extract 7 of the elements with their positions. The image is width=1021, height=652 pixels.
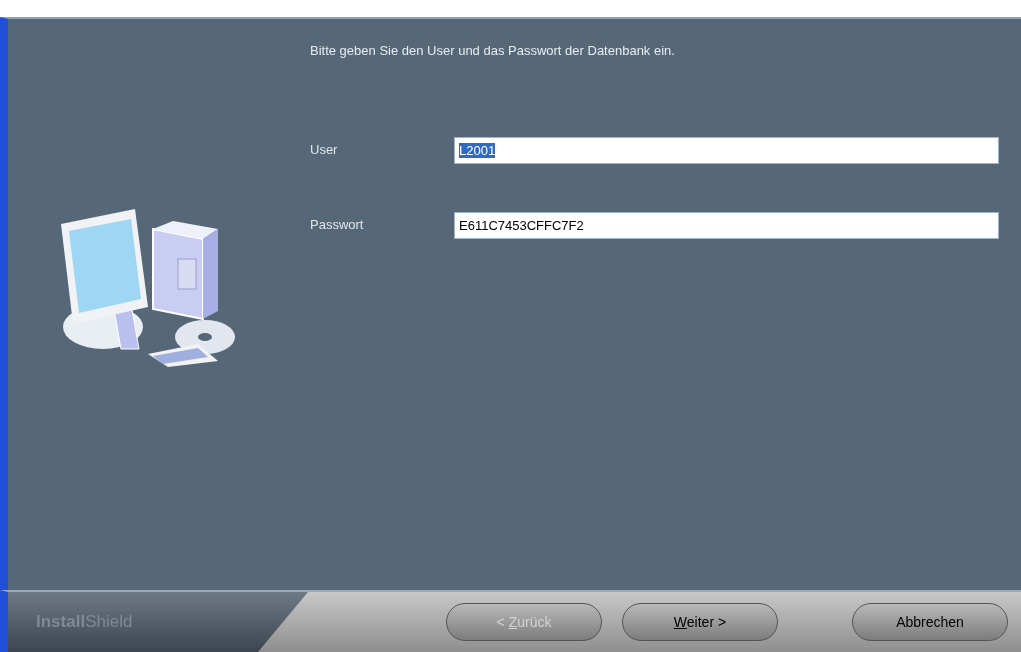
- input-field[interactable]: L2001: [454, 136, 999, 164]
- instruction-text: Bitte geben Sie den User und das Passwort der Datenbank ein.: [310, 42, 676, 60]
- field-label: User: [310, 141, 339, 160]
- field-label: Passwort: [310, 216, 365, 235]
- wizard-button[interactable]: Weiter >: [622, 603, 778, 641]
- input-field[interactable]: E611C7453CFFC7F2: [454, 211, 999, 239]
- wizard-button[interactable]: Abbrechen: [852, 603, 1008, 641]
